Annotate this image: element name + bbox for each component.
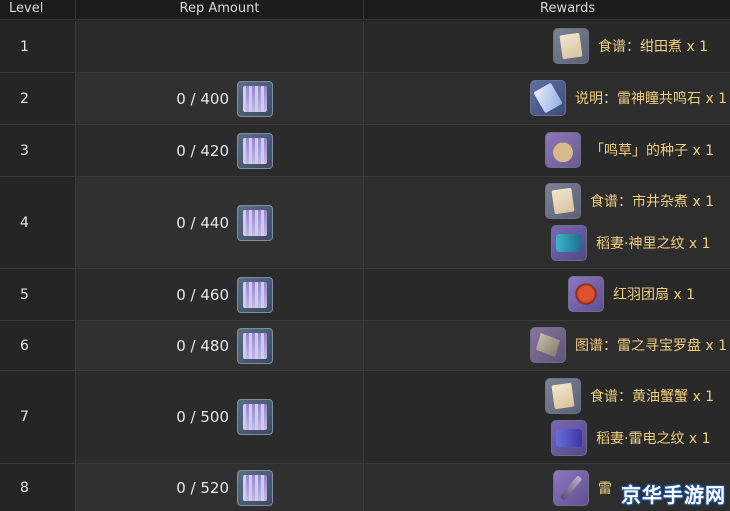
- table-row: 4 0 / 440 食谱：市井杂煮 x 1 稻妻·神里之纹 x 1: [0, 177, 730, 269]
- reward-item[interactable]: 图谱：雷之寻宝罗盘 x 1: [530, 327, 727, 363]
- reward-label: 「鸣草」的种子 x 1: [590, 143, 715, 159]
- level-cell: 8: [0, 464, 76, 511]
- recipe-icon: [545, 378, 581, 414]
- rep-cell: 0 / 460: [76, 269, 364, 320]
- red-feather-fan-icon: [568, 276, 604, 312]
- level-value: 4: [20, 214, 29, 231]
- rep-cell: 0 / 500: [76, 371, 364, 463]
- rep-cell: 0 / 400: [76, 73, 364, 124]
- reward-item[interactable]: 稻妻·雷电之纹 x 1: [551, 420, 711, 456]
- sword-icon: [553, 470, 589, 506]
- recipe-icon: [545, 183, 581, 219]
- reputation-emblem-icon: [237, 80, 273, 117]
- reward-item[interactable]: 红羽团扇 x 1: [568, 276, 695, 312]
- level-value: 5: [20, 286, 29, 303]
- reputation-emblem-icon: [237, 327, 273, 364]
- level-cell: 2: [0, 73, 76, 124]
- table-row: 6 0 / 480 图谱：雷之寻宝罗盘 x 1: [0, 321, 730, 371]
- reward-item[interactable]: 雷: [553, 470, 612, 506]
- rewards-cell: 图谱：雷之寻宝罗盘 x 1: [364, 321, 730, 370]
- level-value: 2: [20, 90, 29, 107]
- rep-amount: 0 / 520: [176, 469, 273, 506]
- table-row: 2 0 / 400 说明：雷神瞳共鸣石 x 1: [0, 73, 730, 125]
- reward-item[interactable]: 食谱：绀田煮 x 1: [553, 28, 708, 64]
- level-cell: 4: [0, 177, 76, 268]
- table-header: Level Rep Amount Rewards: [0, 0, 730, 20]
- rep-amount: 0 / 400: [176, 80, 273, 117]
- level-cell: 5: [0, 269, 76, 320]
- reward-label: 食谱：黄油蟹蟹 x 1: [590, 389, 715, 405]
- rep-value: 0 / 460: [176, 285, 229, 304]
- reward-label: 食谱：市井杂煮 x 1: [590, 194, 715, 210]
- rewards-cell: 食谱：绀田煮 x 1: [364, 21, 730, 72]
- rep-cell: 0 / 520: [76, 464, 364, 511]
- namecard-icon: [551, 420, 587, 456]
- rep-value: 0 / 520: [176, 478, 229, 497]
- rep-amount: 0 / 480: [176, 327, 273, 364]
- rewards-cell: 「鸣草」的种子 x 1: [364, 125, 730, 176]
- level-cell: 1: [0, 21, 76, 72]
- reward-label: 雷: [598, 481, 612, 497]
- reward-item[interactable]: 食谱：黄油蟹蟹 x 1: [545, 378, 714, 414]
- reward-label: 稻妻·雷电之纹 x 1: [596, 431, 711, 447]
- rep-cell: 0 / 420: [76, 125, 364, 176]
- rep-amount: 0 / 420: [176, 132, 273, 169]
- rewards-cell: 红羽团扇 x 1: [364, 269, 730, 320]
- reward-label: 说明：雷神瞳共鸣石 x 1: [575, 91, 728, 107]
- table-row: 5 0 / 460 红羽团扇 x 1: [0, 269, 730, 321]
- reputation-emblem-icon: [237, 276, 273, 313]
- reward-item[interactable]: 说明：雷神瞳共鸣石 x 1: [530, 80, 727, 116]
- level-cell: 3: [0, 125, 76, 176]
- reputation-emblem-icon: [237, 132, 273, 169]
- manual-icon: [530, 80, 566, 116]
- level-value: 3: [20, 142, 29, 159]
- level-cell: 6: [0, 321, 76, 370]
- rep-cell: [76, 21, 364, 72]
- header-level: Level: [0, 0, 76, 20]
- table-row: 3 0 / 420 「鸣草」的种子 x 1: [0, 125, 730, 177]
- header-rewards: Rewards: [540, 1, 596, 16]
- rep-value: 0 / 440: [176, 213, 229, 232]
- rep-amount: 0 / 500: [176, 399, 273, 435]
- reward-label: 红羽团扇 x 1: [613, 287, 696, 303]
- rep-value: 0 / 500: [176, 408, 229, 426]
- rep-value: 0 / 400: [176, 89, 229, 108]
- rep-amount: 0 / 440: [176, 204, 273, 241]
- reward-label: 图谱：雷之寻宝罗盘 x 1: [575, 338, 728, 354]
- table-row: 7 0 / 500 食谱：黄油蟹蟹 x 1 稻妻·雷电之纹 x 1: [0, 371, 730, 464]
- level-value: 7: [20, 409, 29, 425]
- level-cell: 7: [0, 371, 76, 463]
- rewards-cell: 食谱：黄油蟹蟹 x 1 稻妻·雷电之纹 x 1: [364, 371, 730, 463]
- recipe-icon: [553, 28, 589, 64]
- seed-bag-icon: [545, 132, 581, 168]
- level-value: 6: [20, 337, 29, 354]
- rewards-cell: 食谱：市井杂煮 x 1 稻妻·神里之纹 x 1: [364, 177, 730, 268]
- rewards-cell: 说明：雷神瞳共鸣石 x 1: [364, 73, 730, 124]
- rep-amount: 0 / 460: [176, 276, 273, 313]
- reward-label: 稻妻·神里之纹 x 1: [596, 236, 711, 252]
- reward-label: 食谱：绀田煮 x 1: [598, 39, 709, 55]
- reward-item[interactable]: 「鸣草」的种子 x 1: [545, 132, 714, 168]
- rep-value: 0 / 480: [176, 336, 229, 355]
- reputation-emblem-icon: [237, 469, 273, 506]
- reward-item[interactable]: 稻妻·神里之纹 x 1: [551, 225, 711, 261]
- reputation-emblem-icon: [237, 204, 273, 241]
- reputation-emblem-icon: [237, 399, 273, 435]
- treasure-compass-icon: [530, 327, 566, 363]
- rep-value: 0 / 420: [176, 141, 229, 160]
- namecard-icon: [551, 225, 587, 261]
- table-row: 1 食谱：绀田煮 x 1: [0, 21, 730, 73]
- site-watermark: 京华手游网: [621, 483, 726, 507]
- rep-cell: 0 / 480: [76, 321, 364, 370]
- header-rep-amount: Rep Amount: [76, 0, 364, 20]
- reward-item[interactable]: 食谱：市井杂煮 x 1: [545, 183, 714, 219]
- level-value: 1: [20, 38, 29, 55]
- rep-cell: 0 / 440: [76, 177, 364, 268]
- level-value: 8: [20, 479, 29, 496]
